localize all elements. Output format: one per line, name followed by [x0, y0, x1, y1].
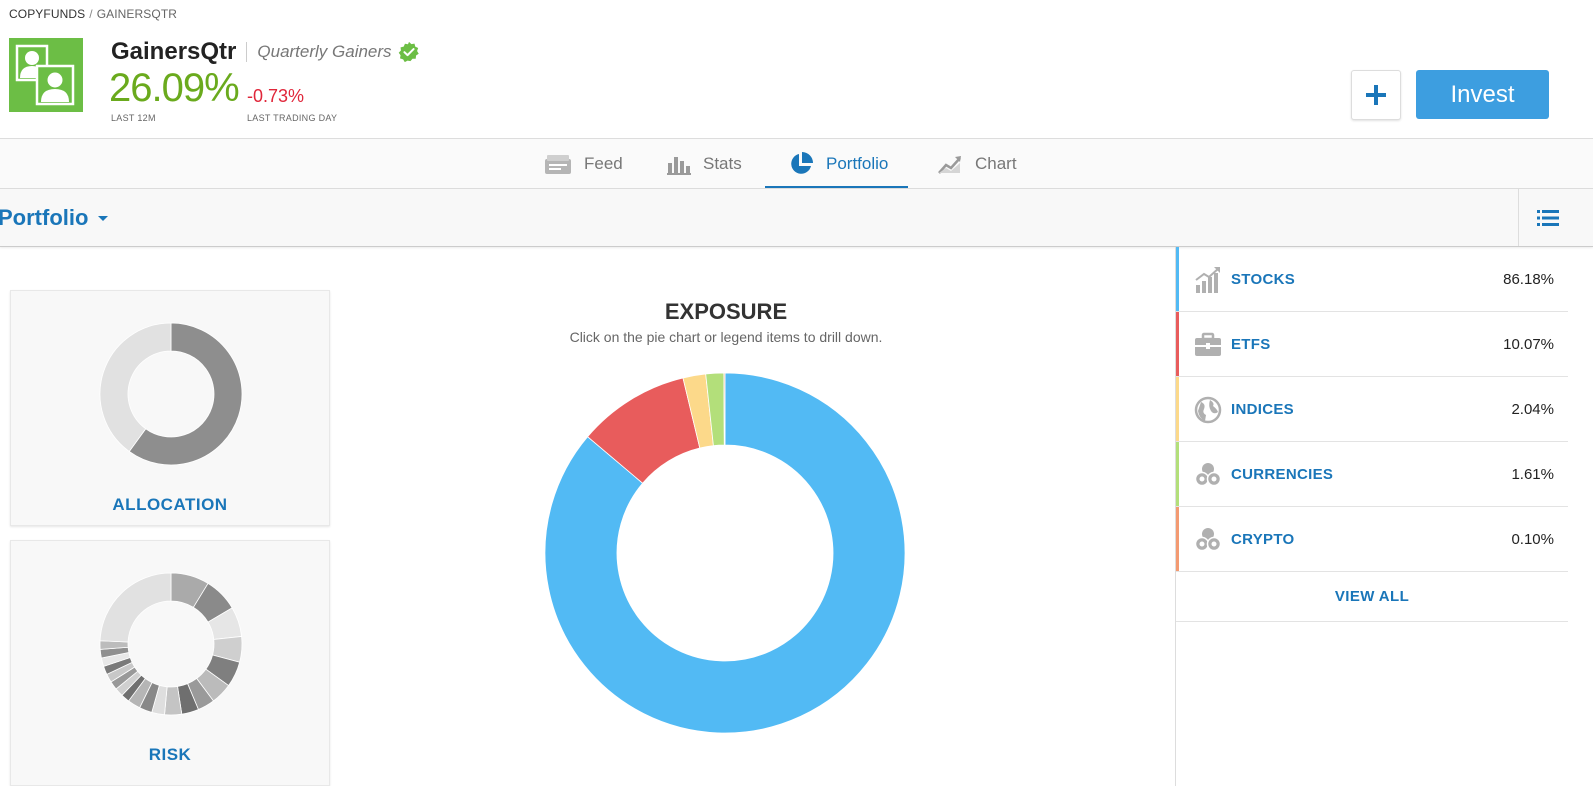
- legend-color-bar: [1176, 312, 1179, 376]
- tab-feed-label: Feed: [584, 154, 623, 173]
- legend-color-bar: [1176, 377, 1179, 441]
- fund-subtitle: Quarterly Gainers: [257, 42, 392, 61]
- risk-card[interactable]: RISK: [10, 540, 330, 786]
- chart-icon: [938, 156, 961, 174]
- fund-name: GainersQtr: [111, 38, 237, 65]
- stocks-icon: [1195, 267, 1220, 293]
- legend-name: ETFS: [1231, 335, 1271, 353]
- tab-chart[interactable]: Chart: [937, 139, 1017, 189]
- legend-value: 86.18%: [1503, 270, 1554, 288]
- verified-badge-icon: [398, 41, 419, 63]
- exposure-slice-crypto[interactable]: [723, 372, 726, 446]
- plus-icon: [1366, 85, 1386, 105]
- name-divider: [246, 42, 248, 62]
- coins-icon: [1194, 528, 1222, 552]
- breadcrumb: COPYFUNDS / GAINERSQTR: [9, 7, 177, 21]
- gain-label: LAST 12M: [111, 113, 156, 123]
- legend-item-etfs[interactable]: ETFS 10.07%: [1176, 312, 1568, 377]
- globe-icon: [1194, 396, 1222, 424]
- caret-down-icon: [98, 215, 109, 221]
- tab-bar: Feed Stats Portfolio Chart: [0, 138, 1593, 189]
- page: COPYFUNDS / GAINERSQTR GainersQtr Quarterl…: [0, 0, 1593, 786]
- gain-value: 26.09%: [109, 66, 240, 110]
- allocation-label: ALLOCATION: [112, 495, 228, 514]
- legend-name: CRYPTO: [1231, 530, 1295, 548]
- breadcrumb-separator: /: [89, 7, 93, 21]
- legend-color-bar: [1176, 442, 1179, 506]
- legend-item-indices[interactable]: INDICES 2.04%: [1176, 377, 1568, 442]
- tab-chart-label: Chart: [975, 154, 1017, 173]
- day-change-value: -0.73%: [247, 86, 305, 106]
- portfolio-bar: Portfolio: [0, 189, 1593, 247]
- legend-name: INDICES: [1231, 400, 1294, 418]
- legend-value: 0.10%: [1511, 530, 1554, 548]
- invest-button[interactable]: Invest: [1416, 70, 1549, 119]
- tab-portfolio-label: Portfolio: [826, 154, 889, 173]
- exposure-legend: STOCKS 86.18% ETFS 10.07% INDICES 2.04%: [1175, 247, 1568, 786]
- exposure-title: EXPOSURE: [664, 299, 788, 324]
- tab-stats-label: Stats: [703, 154, 742, 173]
- risk-donut: [99, 572, 243, 716]
- day-change-label: LAST TRADING DAY: [247, 113, 338, 123]
- fund-name-row: GainersQtr Quarterly Gainers: [111, 36, 420, 68]
- legend-item-crypto[interactable]: CRYPTO 0.10%: [1176, 507, 1568, 572]
- list-view-button[interactable]: [1518, 189, 1576, 246]
- stats-icon: [667, 157, 691, 175]
- tab-stats[interactable]: Stats: [667, 139, 742, 189]
- fund-avatar: [9, 38, 83, 112]
- breadcrumb-root[interactable]: COPYFUNDS: [9, 7, 85, 21]
- active-tab-indicator: [765, 186, 908, 188]
- breadcrumb-current: GAINERSQTR: [96, 7, 178, 21]
- briefcase-icon: [1195, 332, 1221, 356]
- legend-value: 2.04%: [1511, 400, 1554, 418]
- risk-label: RISK: [148, 745, 192, 764]
- people-icon: [15, 44, 75, 106]
- exposure-donut-chart[interactable]: [540, 368, 910, 738]
- view-all-button[interactable]: VIEW ALL: [1176, 572, 1568, 622]
- legend-color-bar: [1176, 247, 1179, 311]
- feed-icon: [545, 155, 571, 174]
- allocation-card[interactable]: ALLOCATION: [10, 290, 330, 526]
- tab-portfolio[interactable]: Portfolio: [788, 139, 888, 189]
- tab-feed[interactable]: Feed: [544, 139, 623, 189]
- coins-icon: [1194, 463, 1222, 487]
- list-icon: [1536, 209, 1559, 226]
- add-watchlist-button[interactable]: [1351, 70, 1401, 120]
- legend-color-bar: [1176, 507, 1179, 571]
- legend-value: 10.07%: [1503, 335, 1554, 353]
- exposure-subtitle: Click on the pie chart or legend items t…: [569, 329, 883, 345]
- legend-item-stocks[interactable]: STOCKS 86.18%: [1176, 247, 1568, 312]
- legend-name: STOCKS: [1231, 270, 1296, 288]
- legend-item-currencies[interactable]: CURRENCIES 1.61%: [1176, 442, 1568, 507]
- legend-value: 1.61%: [1511, 465, 1554, 483]
- portfolio-dropdown[interactable]: Portfolio: [0, 205, 109, 231]
- allocation-slice-1[interactable]: [99, 322, 172, 452]
- allocation-donut: [99, 322, 243, 466]
- legend-name: CURRENCIES: [1231, 465, 1334, 483]
- portfolio-dropdown-label: Portfolio: [0, 205, 89, 230]
- pie-icon: [791, 152, 813, 174]
- risk-slice-20[interactable]: [99, 572, 172, 643]
